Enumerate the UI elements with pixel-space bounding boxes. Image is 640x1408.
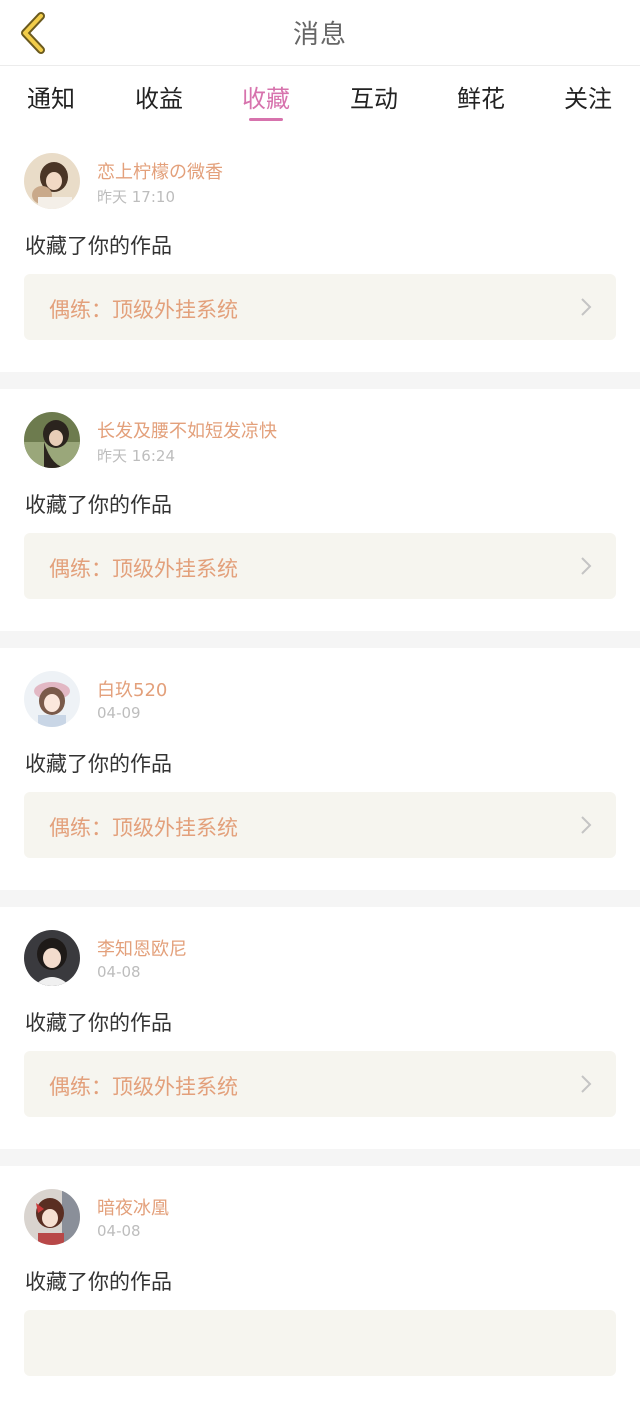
action-text: 收藏了你的作品 — [25, 234, 172, 258]
list-item: 恋上柠檬の微香 昨天 17:10 收藏了你的作品 偶练：顶级外挂系统 — [0, 130, 640, 372]
tab-flowers[interactable]: 鲜花 — [436, 79, 526, 114]
chevron-right-icon — [581, 298, 592, 316]
list-item: 白玖520 04-09 收藏了你的作品 偶练：顶级外挂系统 — [0, 648, 640, 890]
page-title: 消息 — [292, 20, 347, 50]
work-link[interactable]: 偶练：顶级外挂系统 — [24, 792, 616, 858]
work-title: 偶练：顶级外挂系统 — [49, 298, 238, 322]
work-link[interactable] — [24, 1310, 616, 1376]
divider — [0, 372, 640, 389]
username[interactable]: 长发及腰不如短发凉快 — [97, 417, 277, 443]
username[interactable]: 暗夜冰凰 — [97, 1194, 169, 1220]
timestamp: 昨天 17:10 — [97, 188, 175, 206]
work-link[interactable]: 偶练：顶级外挂系统 — [24, 274, 616, 340]
tab-follows[interactable]: 关注 — [543, 79, 633, 114]
list-item: 李知恩欧尼 04-08 收藏了你的作品 偶练：顶级外挂系统 — [0, 907, 640, 1149]
username[interactable]: 白玖520 — [97, 676, 167, 702]
avatar[interactable] — [24, 153, 80, 209]
divider — [0, 631, 640, 648]
chevron-right-icon — [581, 816, 592, 834]
action-text: 收藏了你的作品 — [25, 1011, 172, 1035]
active-tab-indicator — [249, 118, 283, 121]
action-text: 收藏了你的作品 — [25, 752, 172, 776]
tab-earnings[interactable]: 收益 — [114, 79, 204, 114]
list-item: 长发及腰不如短发凉快 昨天 16:24 收藏了你的作品 偶练：顶级外挂系统 — [0, 389, 640, 631]
list-item: 暗夜冰凰 04-08 收藏了你的作品 — [0, 1166, 640, 1408]
timestamp: 04-08 — [97, 1222, 141, 1240]
work-title: 偶练：顶级外挂系统 — [49, 816, 238, 840]
username[interactable]: 恋上柠檬の微香 — [97, 158, 223, 184]
work-link[interactable]: 偶练：顶级外挂系统 — [24, 1051, 616, 1117]
header-bar: 消息 — [0, 0, 640, 66]
avatar[interactable] — [24, 412, 80, 468]
chevron-right-icon — [581, 1075, 592, 1093]
work-title: 偶练：顶级外挂系统 — [49, 1075, 238, 1099]
action-text: 收藏了你的作品 — [25, 1270, 172, 1294]
tab-interactions[interactable]: 互动 — [329, 79, 419, 114]
divider — [0, 1149, 640, 1166]
timestamp: 04-09 — [97, 704, 141, 722]
message-list: 恋上柠檬の微香 昨天 17:10 收藏了你的作品 偶练：顶级外挂系统 长发及腰不… — [0, 130, 640, 1408]
tab-favorites[interactable]: 收藏 — [221, 79, 311, 114]
work-link[interactable]: 偶练：顶级外挂系统 — [24, 533, 616, 599]
username[interactable]: 李知恩欧尼 — [97, 935, 187, 961]
tab-notifications[interactable]: 通知 — [6, 79, 96, 114]
work-title: 偶练：顶级外挂系统 — [49, 557, 238, 581]
action-text: 收藏了你的作品 — [25, 493, 172, 517]
timestamp: 昨天 16:24 — [97, 447, 175, 465]
tab-bar: 通知 收益 收藏 互动 鲜花 关注 — [0, 67, 640, 129]
timestamp: 04-08 — [97, 963, 141, 981]
avatar[interactable] — [24, 930, 80, 986]
chevron-right-icon — [581, 557, 592, 575]
avatar[interactable] — [24, 1189, 80, 1245]
divider — [0, 890, 640, 907]
avatar[interactable] — [24, 671, 80, 727]
